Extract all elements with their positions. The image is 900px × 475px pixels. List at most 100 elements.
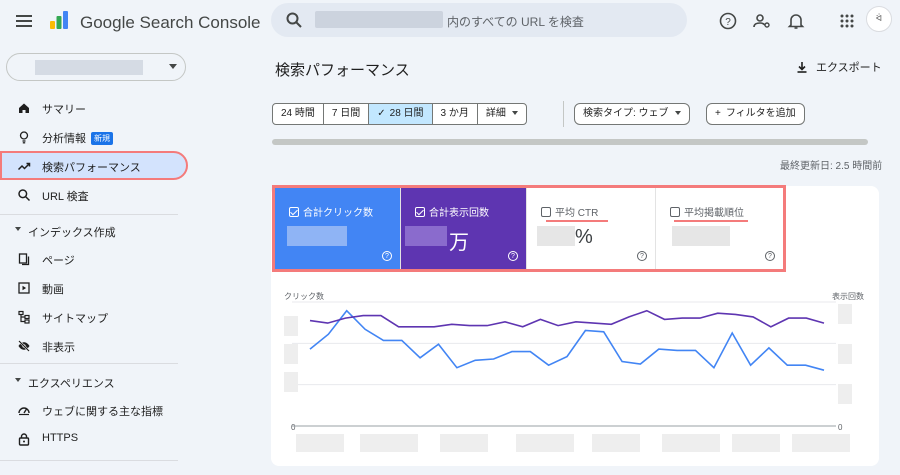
chevron-down-icon [674, 111, 681, 115]
search-console-logo [50, 11, 68, 29]
search-icon [286, 12, 302, 28]
redacted-date-label [732, 434, 780, 452]
sidebar-item-https[interactable]: HTTPS [0, 424, 188, 453]
download-icon [797, 62, 807, 73]
redacted-tick-label [284, 344, 298, 364]
sidebar-item-insights[interactable]: 分析情報 新規 [0, 122, 188, 151]
plus-icon: + [715, 108, 721, 119]
horizontal-scrollbar[interactable] [272, 139, 868, 145]
section-experience[interactable]: エクスペリエンス [0, 367, 188, 395]
sidebar-item-label: サイトマップ [42, 313, 108, 325]
export-button[interactable]: エクスポート [796, 59, 882, 75]
metric-total-clicks[interactable]: 合計クリック数 ? [275, 188, 401, 269]
redacted-date-label [296, 434, 344, 452]
date-range-24h[interactable]: 24 時間 [273, 104, 324, 124]
trending-up-icon [17, 162, 31, 171]
redacted-date-label [440, 434, 488, 452]
collapse-arrow-icon [15, 378, 21, 382]
impressions-series-line [309, 309, 825, 328]
search-type-label: 検索タイプ: ウェブ [583, 108, 669, 119]
metric-header: 合計クリック数 [289, 204, 373, 219]
redacted-date-label [516, 434, 574, 452]
speedometer-icon [18, 407, 30, 416]
sidebar-item-label: サマリー [42, 104, 86, 116]
sidebar-item-label: 検索パフォーマンス [42, 162, 141, 174]
help-icon[interactable]: ? [765, 251, 775, 261]
page-title: 検索パフォーマンス [275, 62, 410, 79]
metric-average-position[interactable]: 平均掲載順位 ? [656, 188, 783, 269]
help-icon[interactable]: ? [637, 251, 647, 261]
search-placeholder: 内のすべての URL を検査 [447, 15, 584, 29]
redacted-date-label [792, 434, 850, 452]
metric-total-impressions[interactable]: 合計表示回数 万 ? [401, 188, 527, 269]
menu-icon[interactable] [16, 12, 32, 30]
sidebar-item-pages[interactable]: ページ [0, 244, 188, 273]
check-icon: ✓ [377, 108, 386, 119]
sidebar-item-videos[interactable]: 動画 [0, 273, 188, 302]
home-icon [19, 103, 29, 113]
last-updated: 最終更新日: 2.5 時間前 [780, 161, 883, 172]
performance-line-chart [284, 301, 852, 452]
help-icon[interactable]: ? [718, 11, 738, 31]
redacted-tick-label [284, 316, 298, 336]
sidebar-item-search-performance[interactable]: 検索パフォーマンス [0, 151, 188, 180]
sidebar-item-summary[interactable]: サマリー [0, 93, 188, 122]
search-icon [18, 189, 31, 202]
sidebar-item-label: 動画 [42, 284, 64, 296]
section-label: インデックス作成 [28, 227, 116, 239]
metric-average-ctr[interactable]: 平均 CTR % ? [527, 188, 656, 269]
notifications-bell-icon[interactable] [786, 11, 806, 31]
sidebar-nav: サマリー 分析情報 新規 検索パフォーマンス URL 検査 インデックス作成 ペー… [0, 93, 188, 461]
eye-off-icon [18, 340, 30, 352]
section-label: エクスペリエンス [28, 378, 115, 390]
date-range-28d[interactable]: ✓ 28 日間 [369, 104, 433, 124]
divider [0, 214, 178, 215]
metric-unit: % [575, 226, 593, 248]
new-badge: 新規 [91, 132, 113, 145]
redacted-property-name [35, 60, 143, 75]
lock-icon [18, 433, 30, 446]
highlight-underline [546, 220, 608, 222]
redacted-date-label [360, 434, 418, 452]
help-icon[interactable]: ? [382, 251, 392, 261]
redacted-value [672, 226, 730, 246]
pages-icon [18, 253, 30, 266]
divider [0, 363, 178, 364]
date-range-3m[interactable]: 3 か月 [433, 104, 478, 124]
checkbox-unchecked-icon [541, 207, 551, 217]
users-settings-icon[interactable] [752, 11, 772, 31]
metric-label: 平均 CTR [555, 208, 599, 219]
date-range-more-label: 詳細 [485, 108, 506, 119]
url-inspect-search[interactable]: 内のすべての URL を検査 [271, 3, 687, 37]
sidebar-item-url-inspection[interactable]: URL 検査 [0, 180, 188, 209]
redacted-date-label [592, 434, 640, 452]
redacted-tick-label [284, 372, 298, 392]
section-indexing[interactable]: インデックス作成 [0, 216, 188, 244]
sidebar-item-removals[interactable]: 非表示 [0, 331, 188, 360]
apps-grid-icon[interactable] [837, 11, 857, 31]
redacted-tick-label [838, 384, 852, 404]
lightbulb-icon [19, 131, 29, 144]
chevron-down-icon [169, 64, 177, 69]
divider [0, 460, 178, 461]
redacted-value [287, 226, 347, 246]
metric-tiles: 合計クリック数 ? 合計表示回数 万 ? 平均 CTR % ? 平均掲載順位 ? [272, 185, 786, 272]
metric-header: 合計表示回数 [415, 204, 489, 219]
metric-label: 合計表示回数 [429, 208, 489, 219]
date-range-more[interactable]: 詳細 [478, 104, 526, 124]
sidebar-item-core-web-vitals[interactable]: ウェブに関する主な指標 [0, 395, 188, 424]
add-filter-button[interactable]: + フィルタを追加 [706, 103, 805, 125]
checkbox-checked-icon [415, 207, 425, 217]
sidebar-item-label: 非表示 [42, 342, 75, 354]
video-icon [18, 282, 30, 294]
add-filter-label: フィルタを追加 [725, 108, 796, 119]
property-selector[interactable] [6, 53, 186, 81]
date-range-7d[interactable]: 7 日間 [324, 104, 370, 124]
search-type-filter[interactable]: 検索タイプ: ウェブ [574, 103, 690, 125]
sidebar-item-sitemaps[interactable]: サイトマップ [0, 302, 188, 331]
help-icon[interactable]: ? [508, 251, 518, 261]
account-avatar[interactable]: ᐛ [866, 6, 892, 32]
collapse-arrow-icon [15, 227, 21, 231]
metric-unit: 万 [449, 232, 469, 254]
sidebar-item-label: 分析情報 新規 [42, 130, 113, 146]
